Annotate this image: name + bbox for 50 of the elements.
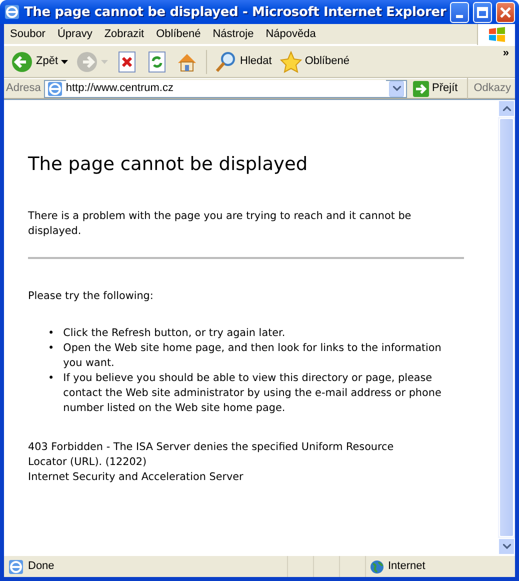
bullet: • — [48, 371, 54, 386]
address-label: Adresa — [6, 81, 41, 96]
minimize-button[interactable] — [450, 2, 470, 22]
refresh-icon — [146, 50, 168, 72]
right-arrow-icon — [413, 80, 430, 96]
maximize-icon — [477, 6, 488, 18]
menu-item[interactable]: Oblíbené — [150, 26, 207, 42]
paragraph: 403 Forbidden - The ISA Server denies the specified Uniform Resource Locator (URL). (12202) Internet Security and Acceleration Server — [28, 440, 395, 486]
chevron-up-icon — [502, 106, 510, 111]
menu-item[interactable]: Nástroje — [206, 26, 260, 42]
scroll-up-button[interactable] — [498, 100, 515, 117]
list-item: If you believe you should be able to view this directory or page, please contact the Web site administrator by using the e-mail address or phone number listed on the Web site home page. — [63, 371, 442, 416]
overflow-chevron-button[interactable]: » — [502, 48, 509, 59]
scroll-down-button[interactable] — [498, 538, 515, 555]
chevron-down-icon — [392, 86, 401, 91]
scrollbar-thumb[interactable] — [499, 118, 514, 537]
close-icon — [500, 6, 511, 18]
menu-item[interactable]: Úpravy — [51, 26, 98, 42]
maximize-button[interactable] — [473, 2, 492, 22]
menu-item[interactable]: Zobrazit — [98, 26, 150, 42]
globe-icon — [370, 560, 384, 574]
paragraph: Please try the following: — [28, 289, 154, 304]
page-icon — [46, 80, 63, 96]
back-button[interactable]: Zpět — [8, 48, 72, 74]
list-item: Click the Refresh button, or try again later. — [63, 326, 286, 342]
close-button[interactable] — [496, 2, 515, 22]
list-item: Open the Web site home page, and then look for links to the information you want. — [63, 341, 442, 372]
menu-item[interactable]: Nápověda — [260, 26, 322, 42]
minimize-icon — [456, 14, 464, 18]
paragraph: There is a problem with the page you are trying to reach and it cannot be displayed. — [28, 209, 412, 240]
window-title: The page cannot be displayed - Microsoft Internet Explorer — [24, 4, 446, 20]
zone-text: Internet — [388, 559, 426, 574]
dropdown-button[interactable] — [389, 80, 404, 96]
page-icon — [8, 558, 24, 574]
windows-logo-icon — [488, 26, 506, 42]
menu-item[interactable]: Soubor — [4, 26, 52, 42]
go-button[interactable]: Přejít — [410, 78, 461, 99]
star-icon — [280, 50, 302, 72]
stop-icon — [116, 50, 138, 72]
links-label[interactable]: Odkazy — [474, 80, 513, 97]
search-button[interactable]: Hledat — [212, 48, 275, 74]
address-field[interactable]: http://www.centrum.cz — [44, 80, 408, 98]
favorites-button[interactable]: Oblíbené — [276, 48, 352, 74]
browser-icon — [4, 4, 20, 20]
bullet: • — [48, 326, 54, 342]
page-heading: The page cannot be displayed — [28, 154, 309, 176]
status-text: Done — [28, 559, 54, 574]
chevron-down-icon — [502, 544, 510, 549]
bullet: • — [48, 341, 54, 356]
search-icon — [215, 50, 238, 72]
